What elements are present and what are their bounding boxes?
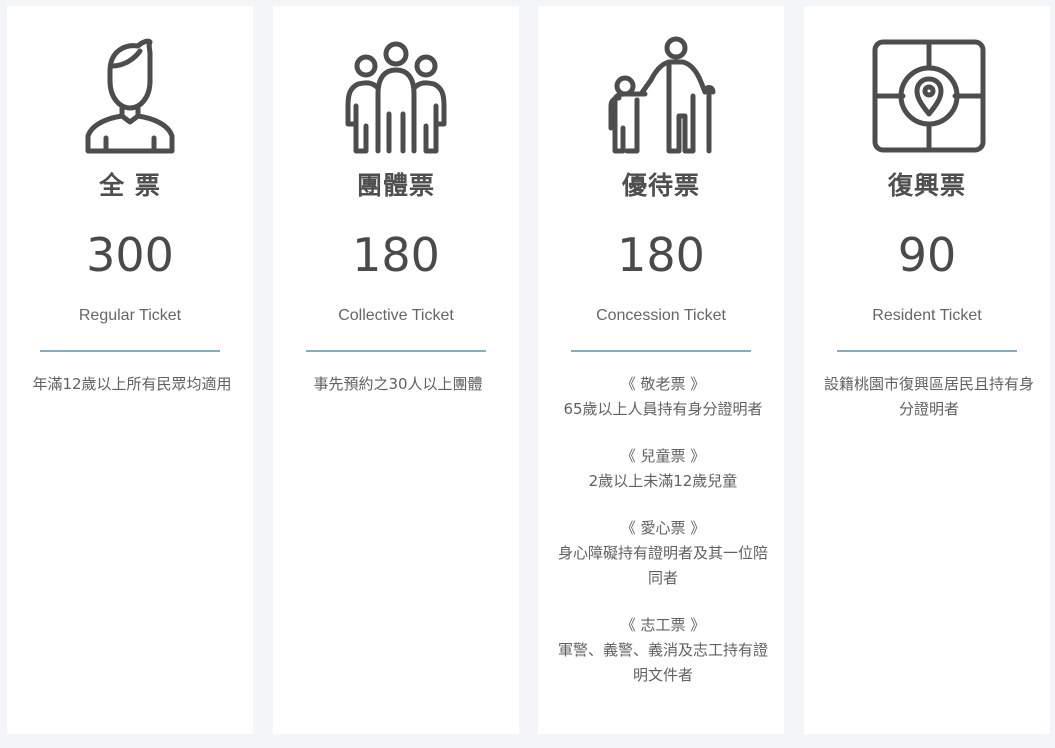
concession-block-disability: 《 愛心票 》 身心障礙持有證明者及其一位陪 同者	[554, 516, 772, 591]
divider	[571, 350, 751, 352]
description-line: 事先預約之30人以上團體	[313, 375, 483, 393]
ticket-cards: 全 票 300 Regular Ticket 年滿12歲以上所有民眾均適用 團體…	[0, 0, 1055, 748]
group-icon	[345, 41, 447, 154]
ticket-price: 180	[617, 228, 705, 282]
block-heading: 《 志工票 》	[620, 616, 706, 634]
divider	[837, 350, 1017, 352]
description-line: 設籍桃園市復興區居民且持有身	[823, 375, 1034, 393]
ticket-subtitle: Concession Ticket	[596, 307, 726, 324]
ticket-price: 300	[86, 228, 174, 282]
ticket-card-concession: 優待票 180 Concession Ticket 《 敬老票 》 65歲以上人…	[538, 6, 784, 734]
ticket-description: 事先預約之30人以上團體	[289, 372, 507, 397]
divider	[40, 350, 220, 352]
ticket-price: 90	[897, 228, 957, 282]
description-line: 2歲以上未滿12歲兒童	[588, 472, 738, 490]
ticket-card-regular: 全 票 300 Regular Ticket 年滿12歲以上所有民眾均適用	[7, 6, 253, 734]
ticket-title: 優待票	[621, 171, 700, 200]
ticket-subtitle: Regular Ticket	[78, 307, 182, 324]
description-line: 65歲以上人員持有身分證明者	[563, 400, 763, 418]
description-line: 年滿12歲以上所有民眾均適用	[32, 375, 232, 393]
ticket-description: 《 敬老票 》 65歲以上人員持有身分證明者 《 兒童票 》 2歲以上未滿12歲…	[554, 372, 772, 688]
block-heading: 《 兒童票 》	[620, 447, 706, 465]
ticket-description: 設籍桃園市復興區居民且持有身 分證明者	[820, 372, 1038, 422]
description-line: 明文件者	[632, 666, 693, 684]
description-line: 身心障礙持有證明者及其一位陪	[557, 544, 768, 562]
ticket-card-collective: 團體票 180 Collective Ticket 事先預約之30人以上團體	[273, 6, 519, 734]
ticket-description: 年滿12歲以上所有民眾均適用	[23, 372, 241, 397]
ticket-subtitle: Collective Ticket	[338, 307, 454, 324]
ticket-subtitle: Resident Ticket	[872, 307, 982, 324]
description-line: 同者	[647, 569, 678, 587]
block-heading: 《 敬老票 》	[620, 375, 706, 393]
concession-block-senior: 《 敬老票 》 65歲以上人員持有身分證明者	[554, 372, 772, 422]
ticket-card-resident: 復興票 90 Resident Ticket 設籍桃園市復興區居民且持有身 分證…	[804, 6, 1050, 734]
ticket-title: 團體票	[356, 171, 435, 200]
ticket-title: 復興票	[887, 171, 966, 200]
description-line: 軍警、義警、義消及志工持有證	[557, 641, 768, 659]
block-heading: 《 愛心票 》	[620, 519, 706, 537]
divider	[306, 350, 486, 352]
concession-block-child: 《 兒童票 》 2歲以上未滿12歲兒童	[554, 444, 772, 494]
ticket-price: 180	[352, 228, 440, 282]
concession-block-volunteer: 《 志工票 》 軍警、義警、義消及志工持有證 明文件者	[554, 613, 772, 688]
person-icon	[85, 38, 175, 154]
ticket-title: 全 票	[99, 171, 161, 200]
map-pin-icon	[872, 39, 986, 153]
description-line: 分證明者	[898, 400, 959, 418]
elder-child-icon	[608, 36, 716, 154]
